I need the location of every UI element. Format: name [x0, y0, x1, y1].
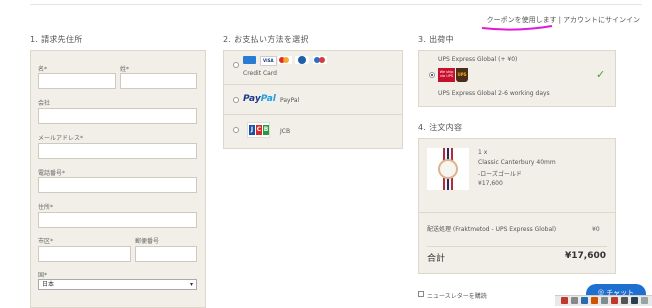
app-icon-2[interactable]: [571, 297, 578, 304]
link-separator: |: [558, 16, 561, 24]
order-qty: 1 x: [478, 149, 488, 156]
product-variant: -ローズゴールド: [478, 171, 522, 178]
app-icon-9[interactable]: [641, 297, 648, 304]
email-label: メールアドレス*: [38, 135, 84, 142]
product-image: [427, 148, 469, 190]
zip-field[interactable]: [135, 246, 197, 262]
order-divider-2: [427, 246, 607, 247]
country-select[interactable]: 日本 ▾: [38, 279, 197, 290]
product-price: ¥17,600: [478, 180, 503, 187]
company-field[interactable]: [38, 108, 197, 124]
app-icon-5[interactable]: [601, 297, 608, 304]
top-divider: [30, 4, 642, 5]
check-icon: ✓: [596, 68, 606, 81]
amex-icon: [243, 56, 256, 64]
phone-label: 電話番号*: [38, 170, 66, 177]
ups-logo: UPS: [456, 68, 468, 82]
coupon-link[interactable]: クーポンを使用します: [487, 16, 557, 24]
payment-radio-credit-card[interactable]: [233, 62, 239, 68]
email-field[interactable]: [38, 143, 197, 159]
app-icon-3[interactable]: [581, 297, 588, 304]
signin-link[interactable]: アカウントにサインイン: [563, 16, 640, 24]
app-icon-6[interactable]: [611, 297, 618, 304]
country-value: 日本: [42, 281, 55, 288]
app-icon-4[interactable]: [591, 297, 598, 304]
payment-radio-jcb[interactable]: [233, 127, 239, 133]
first-name-label: 名*: [38, 66, 48, 73]
total-value: ¥17,600: [565, 251, 606, 261]
shipping-fee-value: ¥0: [592, 226, 600, 233]
payment-radio-paypal[interactable]: [233, 97, 239, 103]
order-section-title: 4. 注文内容: [418, 123, 463, 132]
jcb-mini-icon: [313, 56, 327, 64]
shipping-radio-ups[interactable]: [429, 72, 435, 78]
payment-divider-2: [224, 114, 402, 115]
app-icon-8[interactable]: [631, 297, 638, 304]
first-name-field[interactable]: [38, 73, 116, 89]
product-name: Classic Canterbury 40mm: [478, 159, 556, 166]
coupon-underline-annotation: [481, 25, 553, 31]
paypal-label[interactable]: PayPal: [280, 97, 299, 104]
order-divider-1: [419, 212, 615, 213]
address-label: 住所*: [38, 204, 54, 211]
ups-badge: We ship via UPS: [438, 68, 455, 82]
total-label: 合計: [427, 254, 446, 264]
diners-icon: [295, 56, 309, 64]
payment-section-title: 2. お支払い方法を選択: [223, 35, 309, 44]
shipping-detail: UPS Express Global 2-6 working days: [438, 90, 550, 97]
payment-divider-1: [224, 84, 402, 85]
visa-icon: VISA: [260, 56, 277, 66]
billing-section-title: 1. 請求先住所: [30, 35, 83, 44]
shipping-fee-label: 配送処理 (Fraktmetod - UPS Express Global): [427, 226, 557, 233]
address-field[interactable]: [38, 212, 197, 228]
zip-label: 郵便番号: [135, 238, 160, 245]
app-icon-1[interactable]: [561, 297, 568, 304]
last-name-label: 姓*: [120, 66, 130, 73]
credit-card-label[interactable]: Credit Card: [243, 70, 277, 77]
chevron-down-icon: ▾: [189, 281, 193, 288]
last-name-field[interactable]: [120, 73, 197, 89]
top-links: クーポンを使用します | アカウントにサインイン: [487, 15, 640, 25]
shipping-method-title: UPS Express Global (+ ¥0): [438, 56, 518, 63]
newsletter-checkbox[interactable]: [418, 291, 424, 297]
jcb-logo: J C B: [247, 122, 270, 138]
app-icon-7[interactable]: [621, 297, 628, 304]
city-label: 市区*: [38, 238, 54, 245]
jcb-label[interactable]: JCB: [280, 128, 290, 135]
shipping-section-title: 3. 出荷中: [418, 35, 454, 44]
newsletter-label[interactable]: ニュースレターを購読: [427, 291, 487, 300]
country-label: 国*: [38, 272, 48, 279]
city-field[interactable]: [38, 246, 131, 262]
company-label: 会社: [38, 100, 51, 107]
paypal-logo: PayPal: [243, 94, 276, 104]
phone-field[interactable]: [38, 177, 197, 193]
mastercard-icon: [278, 56, 292, 64]
